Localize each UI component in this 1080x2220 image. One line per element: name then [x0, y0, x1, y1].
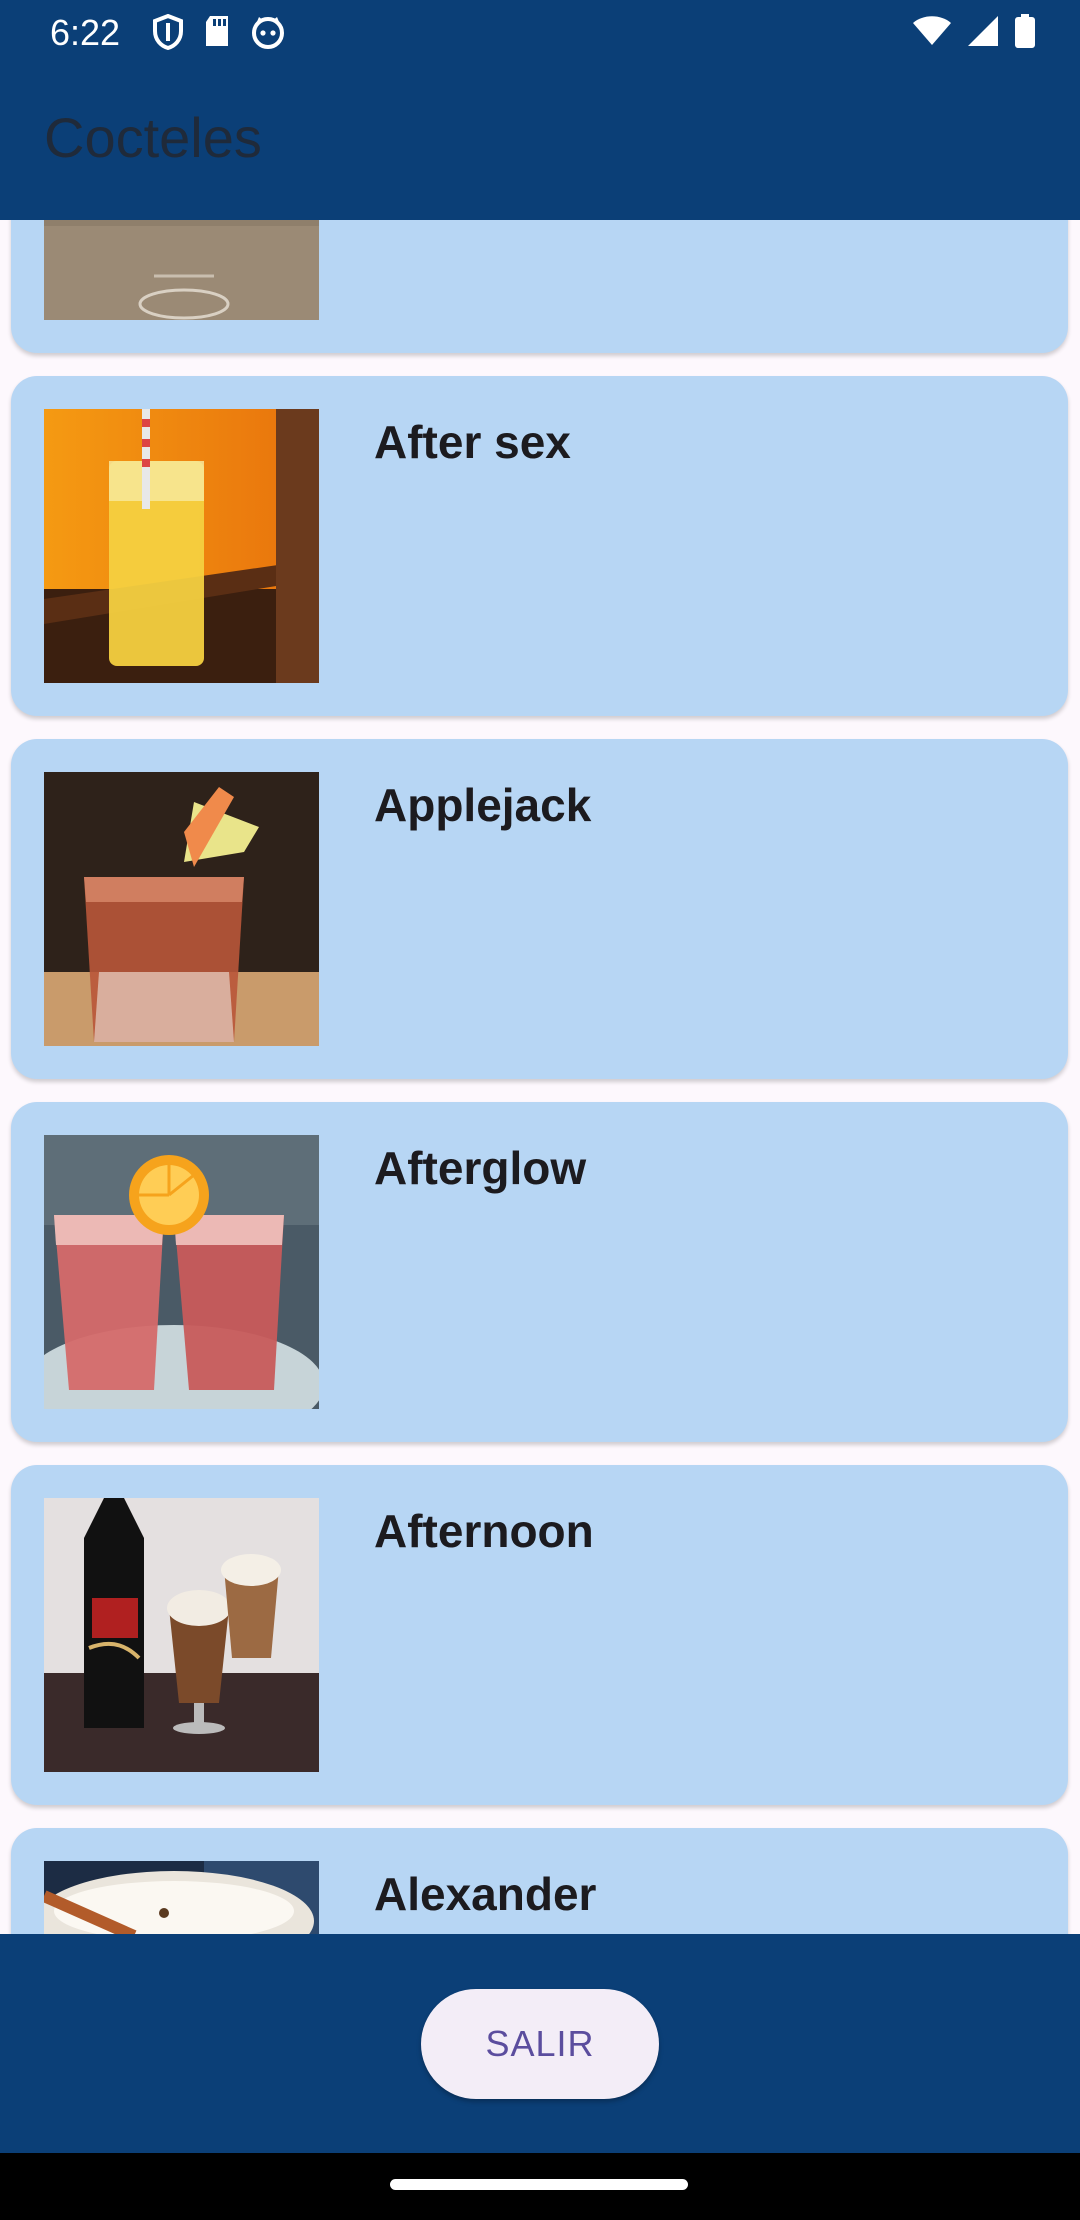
- cocktail-name: Afterglow: [374, 1142, 587, 1194]
- cocktail-card[interactable]: Applejack: [11, 739, 1068, 1079]
- status-icons-left: [152, 14, 286, 50]
- shield-icon: [153, 14, 183, 50]
- cocktail-list[interactable]: After sex Applejack Afterglow Afternoon …: [0, 220, 1080, 1934]
- home-gesture-handle[interactable]: [390, 2179, 688, 2190]
- status-bar: 6:22: [0, 0, 1080, 66]
- cocktail-card[interactable]: Afternoon: [11, 1465, 1068, 1805]
- cocktail-name: Applejack: [374, 779, 592, 831]
- bottom-bar: SALIR: [0, 1934, 1080, 2153]
- cell-signal-icon: [968, 16, 998, 46]
- cocktail-name: Afternoon: [374, 1505, 594, 1557]
- app-title: Cocteles: [44, 106, 262, 169]
- cocktail-name: Alexander: [374, 1868, 597, 1920]
- exit-button[interactable]: SALIR: [421, 1989, 659, 2099]
- cocktail-photo: [44, 1861, 319, 1934]
- cat-face-icon: [252, 17, 284, 49]
- cocktail-photo: [44, 1135, 319, 1409]
- cocktail-card[interactable]: After sex: [11, 376, 1068, 716]
- cocktail-photo: [44, 409, 319, 683]
- screen: 6:22 Cocteles After sex Applejack Afterg…: [0, 0, 1080, 2220]
- sd-card-icon: [206, 16, 228, 46]
- cocktail-photo: [44, 772, 319, 1046]
- system-navigation-bar: [0, 2153, 1080, 2220]
- app-bar: Cocteles: [0, 66, 1080, 220]
- cocktail-card[interactable]: Alexander: [11, 1828, 1068, 1934]
- cocktail-card[interactable]: Afterglow: [11, 1102, 1068, 1442]
- cocktail-name: After sex: [374, 416, 571, 468]
- status-icons-right: [912, 14, 1036, 48]
- battery-icon: [1015, 14, 1035, 48]
- wifi-icon: [913, 16, 951, 45]
- status-time: 6:22: [50, 12, 121, 53]
- cocktail-photo: [44, 1498, 319, 1772]
- cocktail-card[interactable]: [11, 220, 1068, 353]
- cocktail-photo: [44, 220, 319, 320]
